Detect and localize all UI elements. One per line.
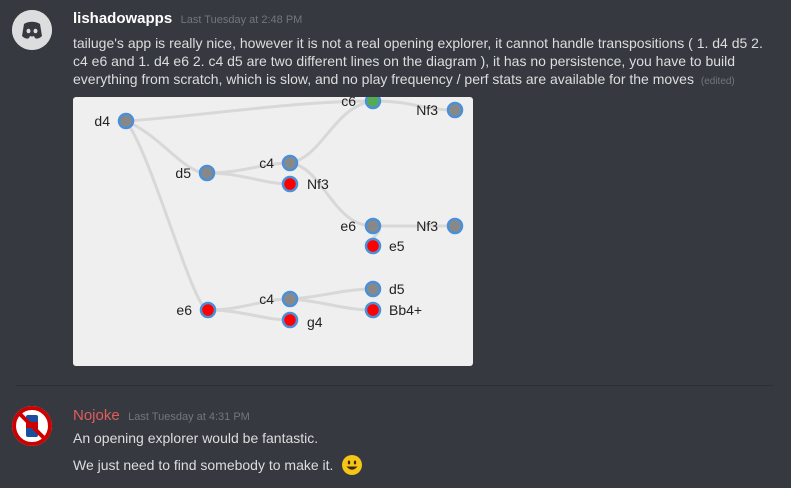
label-e6-lower: e6 (176, 302, 192, 318)
label-bb4: Bb4+ (389, 302, 422, 318)
opening-tree-diagram[interactable]: d4 c6 Nf3 d5 c4 Nf3 e6 Nf3 e5 e6 c4 d5 B… (73, 97, 473, 366)
label-c6: c6 (341, 97, 356, 109)
node-d5-b (364, 280, 382, 298)
diagram-svg: d4 c6 Nf3 d5 c4 Nf3 e6 Nf3 e5 e6 c4 d5 B… (94, 97, 464, 330)
node-c6-nf3 (446, 101, 464, 119)
timestamp: Last Tuesday at 4:31 PM (128, 411, 250, 423)
label-c4-lower: c4 (259, 291, 274, 307)
username[interactable]: lishadowapps (73, 10, 172, 27)
no-energy-drink-avatar-icon (12, 406, 52, 446)
message-header: Nojoke Last Tuesday at 4:31 PM (73, 407, 250, 425)
message-line: An opening explorer would be fantastic. (73, 430, 319, 446)
node-e6 (199, 301, 217, 319)
label-nf3-top: Nf3 (416, 102, 438, 118)
node-d4 (117, 112, 135, 130)
avatar[interactable] (12, 10, 52, 50)
edge-e6-g4 (207, 308, 291, 322)
node-d5 (198, 164, 216, 182)
message-lishadowapps: lishadowapps Last Tuesday at 2:48 PM tai… (0, 0, 791, 380)
node-c4 (281, 154, 299, 172)
edited-label: (edited) (700, 76, 735, 87)
node-c4-b (281, 290, 299, 308)
edge-d5-nf3 (206, 171, 291, 186)
label-d5: d5 (175, 165, 191, 181)
avatar[interactable] (12, 406, 52, 446)
username[interactable]: Nojoke (73, 407, 120, 424)
timestamp: Last Tuesday at 2:48 PM (180, 14, 303, 26)
edge-d5-c4 (206, 161, 291, 175)
edge-c4-d5 (289, 287, 374, 301)
label-d5-lower: d5 (389, 281, 405, 297)
smiley-emoji-icon[interactable] (341, 454, 363, 476)
edge-e6-c4 (207, 297, 291, 312)
edge-c4-c6 (289, 99, 374, 165)
message-body: tailuge's app is really nice, however it… (73, 35, 763, 87)
label-nf3-right: Nf3 (416, 218, 438, 234)
label-g4: g4 (307, 314, 323, 330)
message-text: tailuge's app is really nice, however it… (73, 34, 771, 91)
label-d4: d4 (94, 113, 110, 129)
node-bb4 (364, 301, 382, 319)
edge-d4-d5 (125, 119, 208, 175)
node-nf3 (281, 175, 299, 193)
message-line-text: We just need to find somebody to make it… (73, 457, 334, 473)
node-c6 (364, 97, 382, 110)
discord-logo-icon (12, 10, 52, 50)
label-c4: c4 (259, 155, 274, 171)
node-g4 (281, 311, 299, 329)
label-e6-upper: e6 (340, 218, 356, 234)
message-line-2: We just need to find somebody to make it… (73, 454, 363, 476)
node-e6-a (364, 217, 382, 235)
label-nf3-mid: Nf3 (307, 176, 329, 192)
edge-c4-bb4 (289, 297, 374, 312)
edge-c6-nf3 (372, 99, 456, 112)
message-header: lishadowapps Last Tuesday at 2:48 PM (73, 10, 302, 28)
message-divider (16, 385, 773, 386)
edge-d4-c6 (125, 99, 374, 123)
node-e5 (364, 237, 382, 255)
edge-c4-e6 (289, 161, 374, 228)
label-e5: e5 (389, 238, 405, 254)
node-e6-nf3 (446, 217, 464, 235)
